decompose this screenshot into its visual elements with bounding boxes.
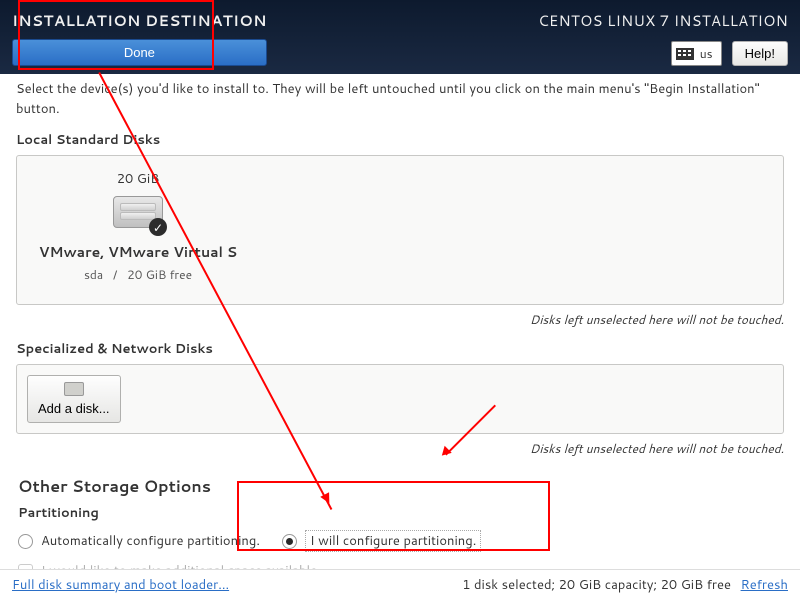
radio-auto-label: Automatically configure partitioning.: [41, 532, 260, 550]
footer-status: 1 disk selected; 20 GiB capacity; 20 GiB…: [462, 576, 788, 594]
instruction-text: Select the device(s) you'd like to insta…: [16, 80, 784, 119]
network-disks-panel: Add a disk...: [16, 364, 784, 434]
installer-title: CENTOS LINUX 7 INSTALLATION: [538, 10, 788, 31]
radio-manual-input[interactable]: [282, 534, 297, 549]
disk-summary-link[interactable]: Full disk summary and boot loader...: [12, 576, 229, 594]
done-button[interactable]: Done: [12, 39, 267, 66]
keyboard-layout: us: [700, 45, 713, 62]
add-disk-label: Add a disk...: [38, 401, 110, 416]
keyboard-indicator[interactable]: us: [671, 41, 722, 66]
content-area: Select the device(s) you'd like to insta…: [0, 74, 800, 580]
page-title: INSTALLATION DESTINATION: [12, 10, 267, 31]
disk-item[interactable]: 20 GiB ✓ VMware, VMware Virtual S sda / …: [33, 170, 243, 283]
add-disk-icon: [64, 382, 84, 396]
radio-auto-input[interactable]: [18, 534, 33, 549]
radio-manual-partitioning[interactable]: I will configure partitioning.: [282, 530, 481, 552]
refresh-link[interactable]: Refresh: [741, 576, 788, 594]
help-button[interactable]: Help!: [732, 41, 788, 66]
local-disks-label: Local Standard Disks: [16, 131, 784, 149]
disk-icon: ✓: [113, 196, 163, 234]
disk-details: sda / 20 GiB free: [84, 266, 192, 283]
disk-name: VMware, VMware Virtual S: [39, 242, 237, 262]
network-disks-label: Specialized & Network Disks: [16, 340, 784, 358]
local-disks-panel: 20 GiB ✓ VMware, VMware Virtual S sda / …: [16, 155, 784, 305]
header-bar: INSTALLATION DESTINATION Done CENTOS LIN…: [0, 0, 800, 74]
disk-size: 20 GiB: [117, 170, 160, 188]
add-disk-button[interactable]: Add a disk...: [27, 375, 121, 423]
network-disks-note: Disks left unselected here will not be t…: [16, 440, 784, 457]
other-storage-heading: Other Storage Options: [18, 475, 784, 498]
radio-auto-partitioning[interactable]: Automatically configure partitioning.: [18, 532, 260, 550]
local-disks-note: Disks left unselected here will not be t…: [16, 311, 784, 328]
check-icon: ✓: [149, 218, 167, 236]
footer-bar: Full disk summary and boot loader... 1 d…: [0, 569, 800, 600]
radio-manual-label: I will configure partitioning.: [305, 530, 481, 552]
partitioning-label: Partitioning: [18, 504, 784, 522]
keyboard-icon: [676, 48, 694, 60]
